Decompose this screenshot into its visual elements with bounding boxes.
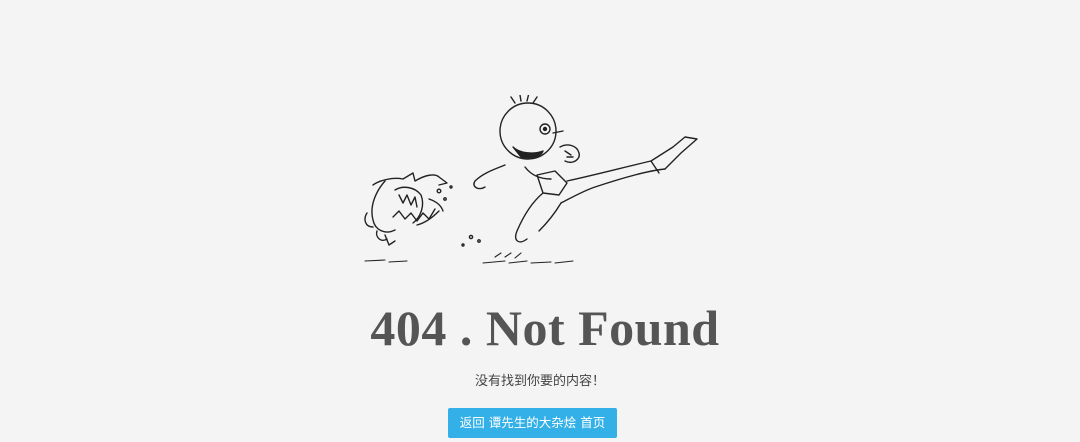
running-man-figure	[461, 95, 698, 247]
back-to-home-button[interactable]: 返回 谭先生的大杂烩 首页	[448, 408, 617, 438]
error-page: 404 . Not Found 没有找到你要的内容！ 返回 谭先生的大杂烩 首页	[0, 0, 1080, 442]
shark-chasing-man-illustration	[355, 95, 715, 270]
error-message: 没有找到你要的内容！	[474, 374, 605, 389]
sketch-drawing	[364, 95, 698, 264]
home-button-suffix: 首页	[580, 415, 606, 430]
home-button-prefix: 返回	[459, 415, 485, 430]
home-button-site-name: 谭先生的大杂烩	[488, 415, 577, 430]
shark-figure	[364, 172, 453, 246]
ground-lines	[364, 252, 574, 264]
error-title: 404 . Not Found	[370, 300, 720, 356]
